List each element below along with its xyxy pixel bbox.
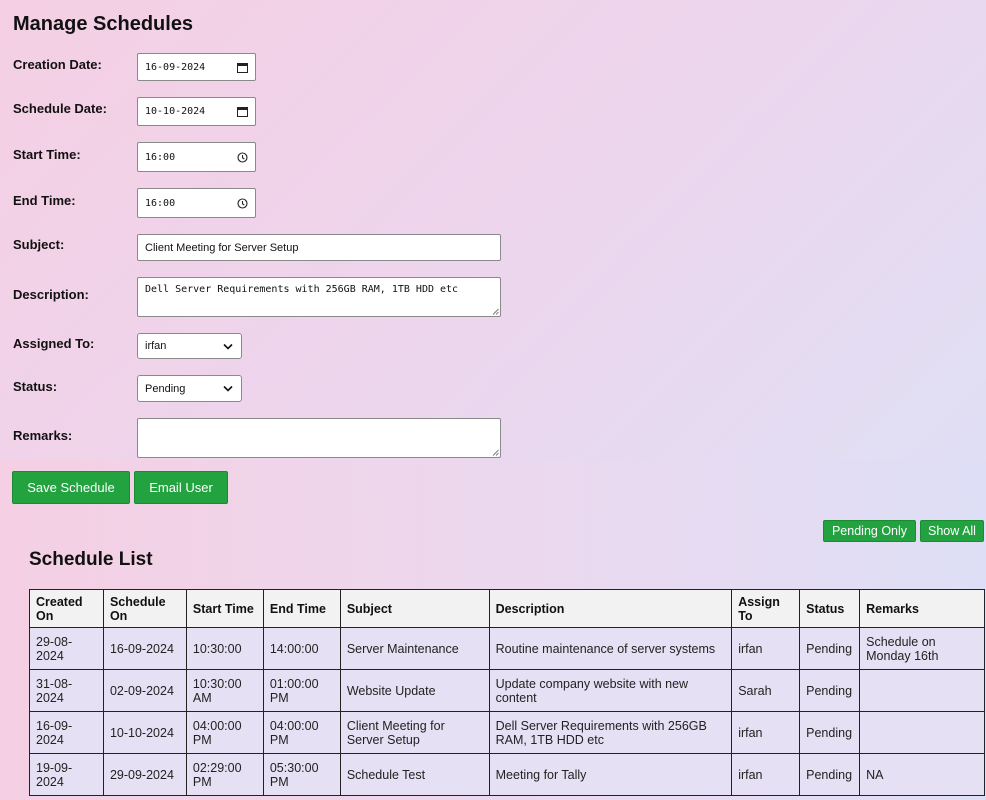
show-all-button[interactable]: Show All [920,520,984,542]
remarks-textarea[interactable] [137,418,501,458]
table-cell: 10-10-2024 [102,711,187,754]
end-time-input[interactable]: 16:00 [137,188,256,218]
table-cell: Meeting for Tally [488,753,733,796]
schedule-date-input[interactable]: 10-10-2024 [137,97,256,126]
table-cell: Pending [799,669,861,712]
table-cell: 29-08-2024 [29,627,104,670]
status-select[interactable]: Pending [137,375,242,402]
table-row[interactable]: 19-09-2024 29-09-2024 02:29:00 PM 05:30:… [29,753,985,796]
start-time-input[interactable]: 16:00 [137,142,256,172]
column-header: Start Time [185,589,264,628]
assigned-to-select[interactable]: irfan [137,333,242,359]
table-cell: 05:30:00 PM [262,753,341,796]
schedule-date-label: Schedule Date: [13,101,107,116]
remarks-label: Remarks: [13,428,73,443]
table-cell: 16-09-2024 [29,711,104,754]
subject-value: Client Meeting for Server Setup [145,241,299,254]
creation-date-label: Creation Date: [13,57,102,72]
table-header-row: Created On Schedule On Start Time End Ti… [29,589,985,628]
table-cell: Server Maintenance [339,627,490,670]
table-cell: Routine maintenance of server systems [488,627,733,670]
table-cell: irfan [731,753,801,796]
table-cell: Pending [799,753,861,796]
table-cell: Sarah [731,669,801,712]
table-row[interactable]: 29-08-2024 16-09-2024 10:30:00 14:00:00 … [29,627,985,670]
table-cell: Dell Server Requirements with 256GB RAM,… [488,711,733,754]
column-header: Status [799,589,861,628]
column-header: Remarks [859,589,985,628]
end-time-value: 16:00 [145,197,176,209]
table-cell: Client Meeting for Server Setup [339,711,490,754]
clock-icon[interactable] [236,197,248,209]
table-cell: Pending [799,711,861,754]
assigned-to-value: irfan [145,340,167,352]
column-header: Description [488,589,733,628]
table-cell [859,669,985,712]
table-cell: Pending [799,627,861,670]
table-cell: 31-08-2024 [29,669,104,712]
subject-label: Subject: [13,237,65,252]
status-value: Pending [145,382,186,395]
column-header: End Time [262,589,341,628]
table-cell: 02-09-2024 [102,669,187,712]
table-row[interactable]: 31-08-2024 02-09-2024 10:30:00 AM 01:00:… [29,669,985,712]
table-cell: irfan [731,711,801,754]
end-time-label: End Time: [13,193,76,208]
table-row[interactable]: 16-09-2024 10-10-2024 04:00:00 PM 04:00:… [29,711,985,754]
page-title: Manage Schedules [13,13,194,35]
calendar-icon[interactable] [236,106,248,118]
email-user-button[interactable]: Email User [134,471,228,504]
table-cell: Schedule Test [339,753,490,796]
column-header: Created On [29,589,104,628]
table-cell: 10:30:00 [185,627,264,670]
pending-only-button[interactable]: Pending Only [823,520,916,542]
save-schedule-button[interactable]: Save Schedule [12,471,130,504]
table-cell: NA [859,753,985,796]
table-cell: 01:00:00 PM [262,669,341,712]
table-cell: 04:00:00 PM [185,711,264,754]
assigned-to-label: Assigned To: [13,336,95,351]
column-header: Assign To [731,589,801,628]
chevron-down-icon [222,340,234,352]
resize-grip-icon[interactable] [492,449,499,456]
description-textarea[interactable]: Dell Server Requirements with 256GB RAM,… [137,277,501,317]
table-cell: Website Update [339,669,490,712]
table-cell: 29-09-2024 [102,753,187,796]
subject-input[interactable]: Client Meeting for Server Setup [137,234,501,261]
resize-grip-icon[interactable] [492,308,499,315]
table-cell: Update company website with new content [488,669,733,712]
start-time-value: 16:00 [145,151,176,163]
table-cell: 19-09-2024 [29,753,104,796]
table-cell: 14:00:00 [262,627,341,670]
table-cell: 04:00:00 PM [262,711,341,754]
schedule-date-value: 10-10-2024 [145,106,206,117]
creation-date-input[interactable]: 16-09-2024 [137,53,256,81]
status-label: Status: [13,379,58,394]
table-cell [859,711,985,754]
creation-date-value: 16-09-2024 [145,61,206,73]
table-cell: 02:29:00 PM [185,753,264,796]
table-cell: 16-09-2024 [102,627,187,670]
column-header: Schedule On [102,589,187,628]
description-value: Dell Server Requirements with 256GB RAM,… [145,284,459,295]
start-time-label: Start Time: [13,147,81,162]
table-cell: 10:30:00 AM [185,669,264,712]
table-cell: Schedule on Monday 16th [859,627,985,670]
schedule-form: Manage Schedules Creation Date: 16-09-20… [0,0,986,460]
column-header: Subject [339,589,490,628]
table-cell: irfan [731,627,801,670]
schedule-list-title: Schedule List [29,549,153,570]
description-label: Description: [13,287,89,302]
schedule-table: Created On Schedule On Start Time End Ti… [29,589,985,796]
clock-icon[interactable] [236,151,248,163]
calendar-icon[interactable] [236,61,248,73]
chevron-down-icon [222,383,234,395]
